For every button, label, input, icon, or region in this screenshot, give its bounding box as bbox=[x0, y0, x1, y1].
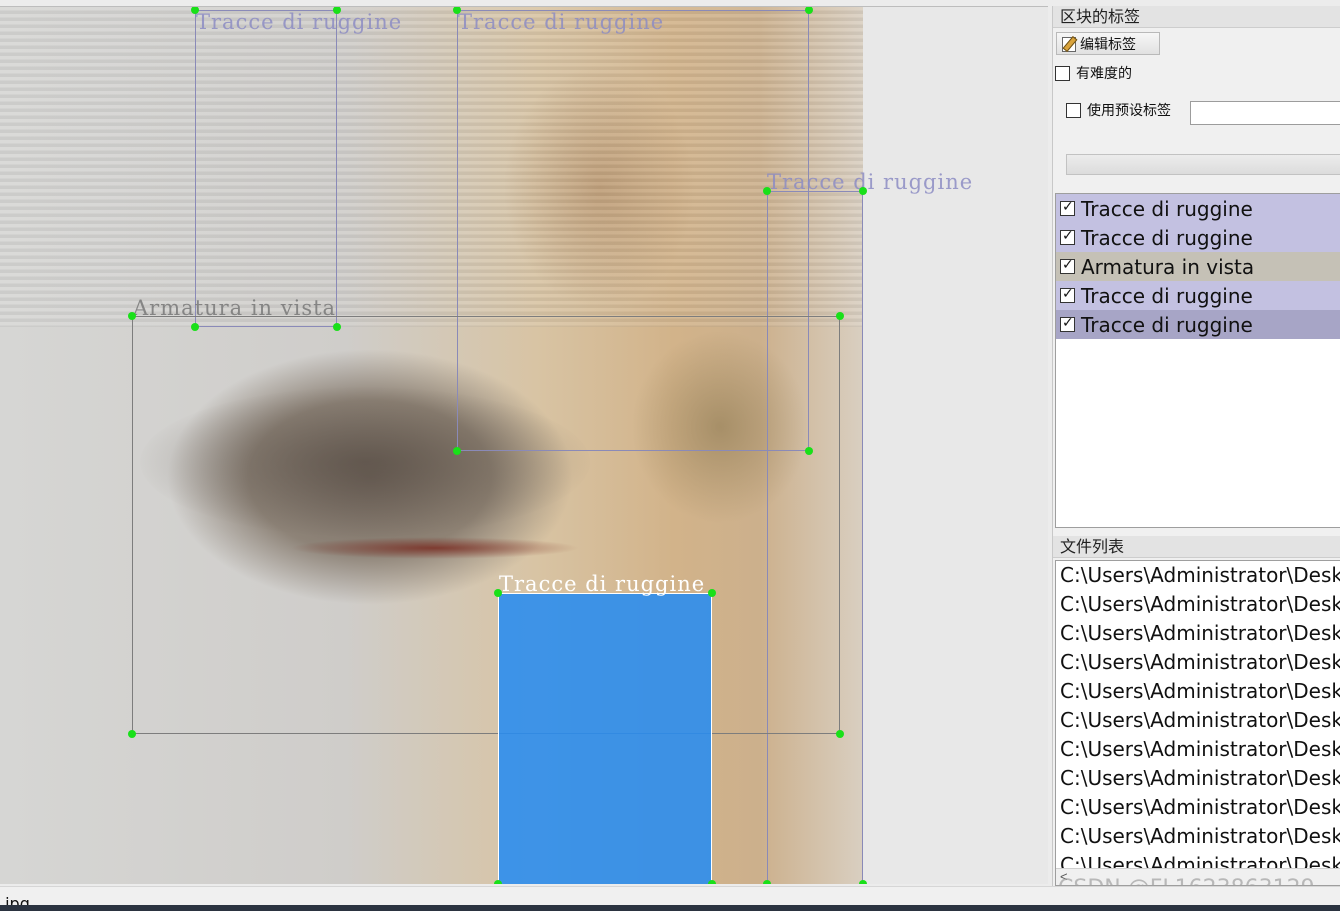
label-visible-checkbox[interactable] bbox=[1060, 315, 1075, 332]
label-visible-checkbox[interactable] bbox=[1060, 257, 1075, 274]
preset-label-combo[interactable] bbox=[1066, 154, 1340, 175]
label-list-item[interactable]: Armatura in vista bbox=[1056, 252, 1340, 281]
bbox-handle[interactable] bbox=[763, 880, 771, 884]
label-list-item[interactable]: Tracce di ruggine bbox=[1056, 223, 1340, 252]
bbox-handle[interactable] bbox=[128, 312, 136, 320]
bbox-handle[interactable] bbox=[805, 7, 813, 14]
annotation-canvas[interactable]: Tracce di ruggine Tracce di ruggine Trac… bbox=[0, 6, 1048, 884]
difficult-label: 有难度的 bbox=[1076, 66, 1132, 82]
file-list-item[interactable]: C:\Users\Administrator\Desktop bbox=[1056, 793, 1340, 822]
bbox-tracce-selected-label: Tracce di ruggine bbox=[499, 572, 706, 596]
taskbar-strip bbox=[0, 905, 1340, 911]
label-list-item-text: Tracce di ruggine bbox=[1081, 196, 1253, 221]
bbox-handle[interactable] bbox=[191, 7, 199, 14]
label-visible-checkbox[interactable] bbox=[1060, 228, 1075, 245]
bbox-handle[interactable] bbox=[836, 312, 844, 320]
bbox-handle[interactable] bbox=[836, 730, 844, 738]
labelimg-window: Tracce di ruggine Tracce di ruggine Trac… bbox=[0, 0, 1340, 911]
box-labels-panel-title: 区块的标签 bbox=[1053, 6, 1340, 28]
file-list-item[interactable]: C:\Users\Administrator\Desktop bbox=[1056, 648, 1340, 677]
bbox-handle[interactable] bbox=[763, 187, 771, 195]
use-preset-row[interactable]: 使用预设标签 bbox=[1066, 100, 1171, 120]
bbox-handle[interactable] bbox=[453, 7, 461, 14]
bbox-tracce-1[interactable] bbox=[195, 10, 337, 327]
file-list[interactable]: C:\Users\Administrator\Desktop C:\Users\… bbox=[1055, 560, 1340, 886]
label-visible-checkbox[interactable] bbox=[1060, 199, 1075, 216]
label-list-item-text: Tracce di ruggine bbox=[1081, 283, 1253, 308]
label-list-item-text: Tracce di ruggine bbox=[1081, 312, 1253, 337]
bbox-armatura[interactable] bbox=[132, 316, 840, 734]
bbox-tracce-2-label: Tracce di ruggine bbox=[458, 10, 665, 34]
bbox-handle[interactable] bbox=[859, 880, 867, 884]
file-list-item[interactable]: C:\Users\Administrator\Desktop bbox=[1056, 561, 1340, 590]
file-list-panel-title: 文件列表 bbox=[1053, 536, 1340, 558]
preset-label-input[interactable] bbox=[1190, 101, 1340, 125]
file-list-item[interactable]: C:\Users\Administrator\Desktop bbox=[1056, 677, 1340, 706]
bbox-tracce-3-label: Tracce di ruggine bbox=[767, 170, 974, 194]
bbox-handle[interactable] bbox=[494, 589, 502, 597]
bbox-tracce-1-label: Tracce di ruggine bbox=[196, 10, 403, 34]
right-dock: 区块的标签 编辑标签 有难度的 使用预设标签 Tracce di ruggine… bbox=[1052, 6, 1340, 886]
file-list-item[interactable]: C:\Users\Administrator\Desktop bbox=[1056, 735, 1340, 764]
label-list[interactable]: Tracce di ruggine Tracce di ruggine Arma… bbox=[1055, 193, 1340, 528]
bbox-handle[interactable] bbox=[128, 730, 136, 738]
bbox-handle[interactable] bbox=[494, 880, 502, 884]
bbox-armatura-label: Armatura in vista bbox=[133, 296, 337, 320]
file-list-item[interactable]: C:\Users\Administrator\Desktop bbox=[1056, 706, 1340, 735]
file-list-item[interactable]: C:\Users\Administrator\Desktop bbox=[1056, 590, 1340, 619]
file-list-item[interactable]: C:\Users\Administrator\Desktop bbox=[1056, 619, 1340, 648]
bbox-handle[interactable] bbox=[333, 7, 341, 14]
use-preset-label: 使用预设标签 bbox=[1087, 103, 1171, 119]
label-list-item[interactable]: Tracce di ruggine bbox=[1056, 194, 1340, 223]
bbox-handle[interactable] bbox=[708, 880, 716, 884]
bbox-tracce-selected[interactable] bbox=[498, 593, 712, 884]
label-visible-checkbox[interactable] bbox=[1060, 286, 1075, 303]
label-list-item-text: Tracce di ruggine bbox=[1081, 225, 1253, 250]
use-preset-checkbox[interactable] bbox=[1066, 102, 1081, 118]
bbox-handle[interactable] bbox=[859, 187, 867, 195]
file-list-item[interactable]: C:\Users\Administrator\Desktop bbox=[1056, 764, 1340, 793]
label-list-item[interactable]: Tracce di ruggine bbox=[1056, 281, 1340, 310]
difficult-checkbox[interactable] bbox=[1055, 65, 1070, 81]
difficult-checkbox-row[interactable]: 有难度的 bbox=[1055, 63, 1132, 83]
edit-label-button-text: 编辑标签 bbox=[1080, 36, 1136, 53]
edit-label-button[interactable]: 编辑标签 bbox=[1056, 32, 1160, 55]
bbox-handle[interactable] bbox=[708, 589, 716, 597]
label-list-item-text: Armatura in vista bbox=[1081, 254, 1255, 279]
file-list-item[interactable]: C:\Users\Administrator\Desktop bbox=[1056, 822, 1340, 851]
label-list-item-selected[interactable]: Tracce di ruggine bbox=[1056, 310, 1340, 339]
edit-pencil-icon bbox=[1061, 36, 1077, 52]
